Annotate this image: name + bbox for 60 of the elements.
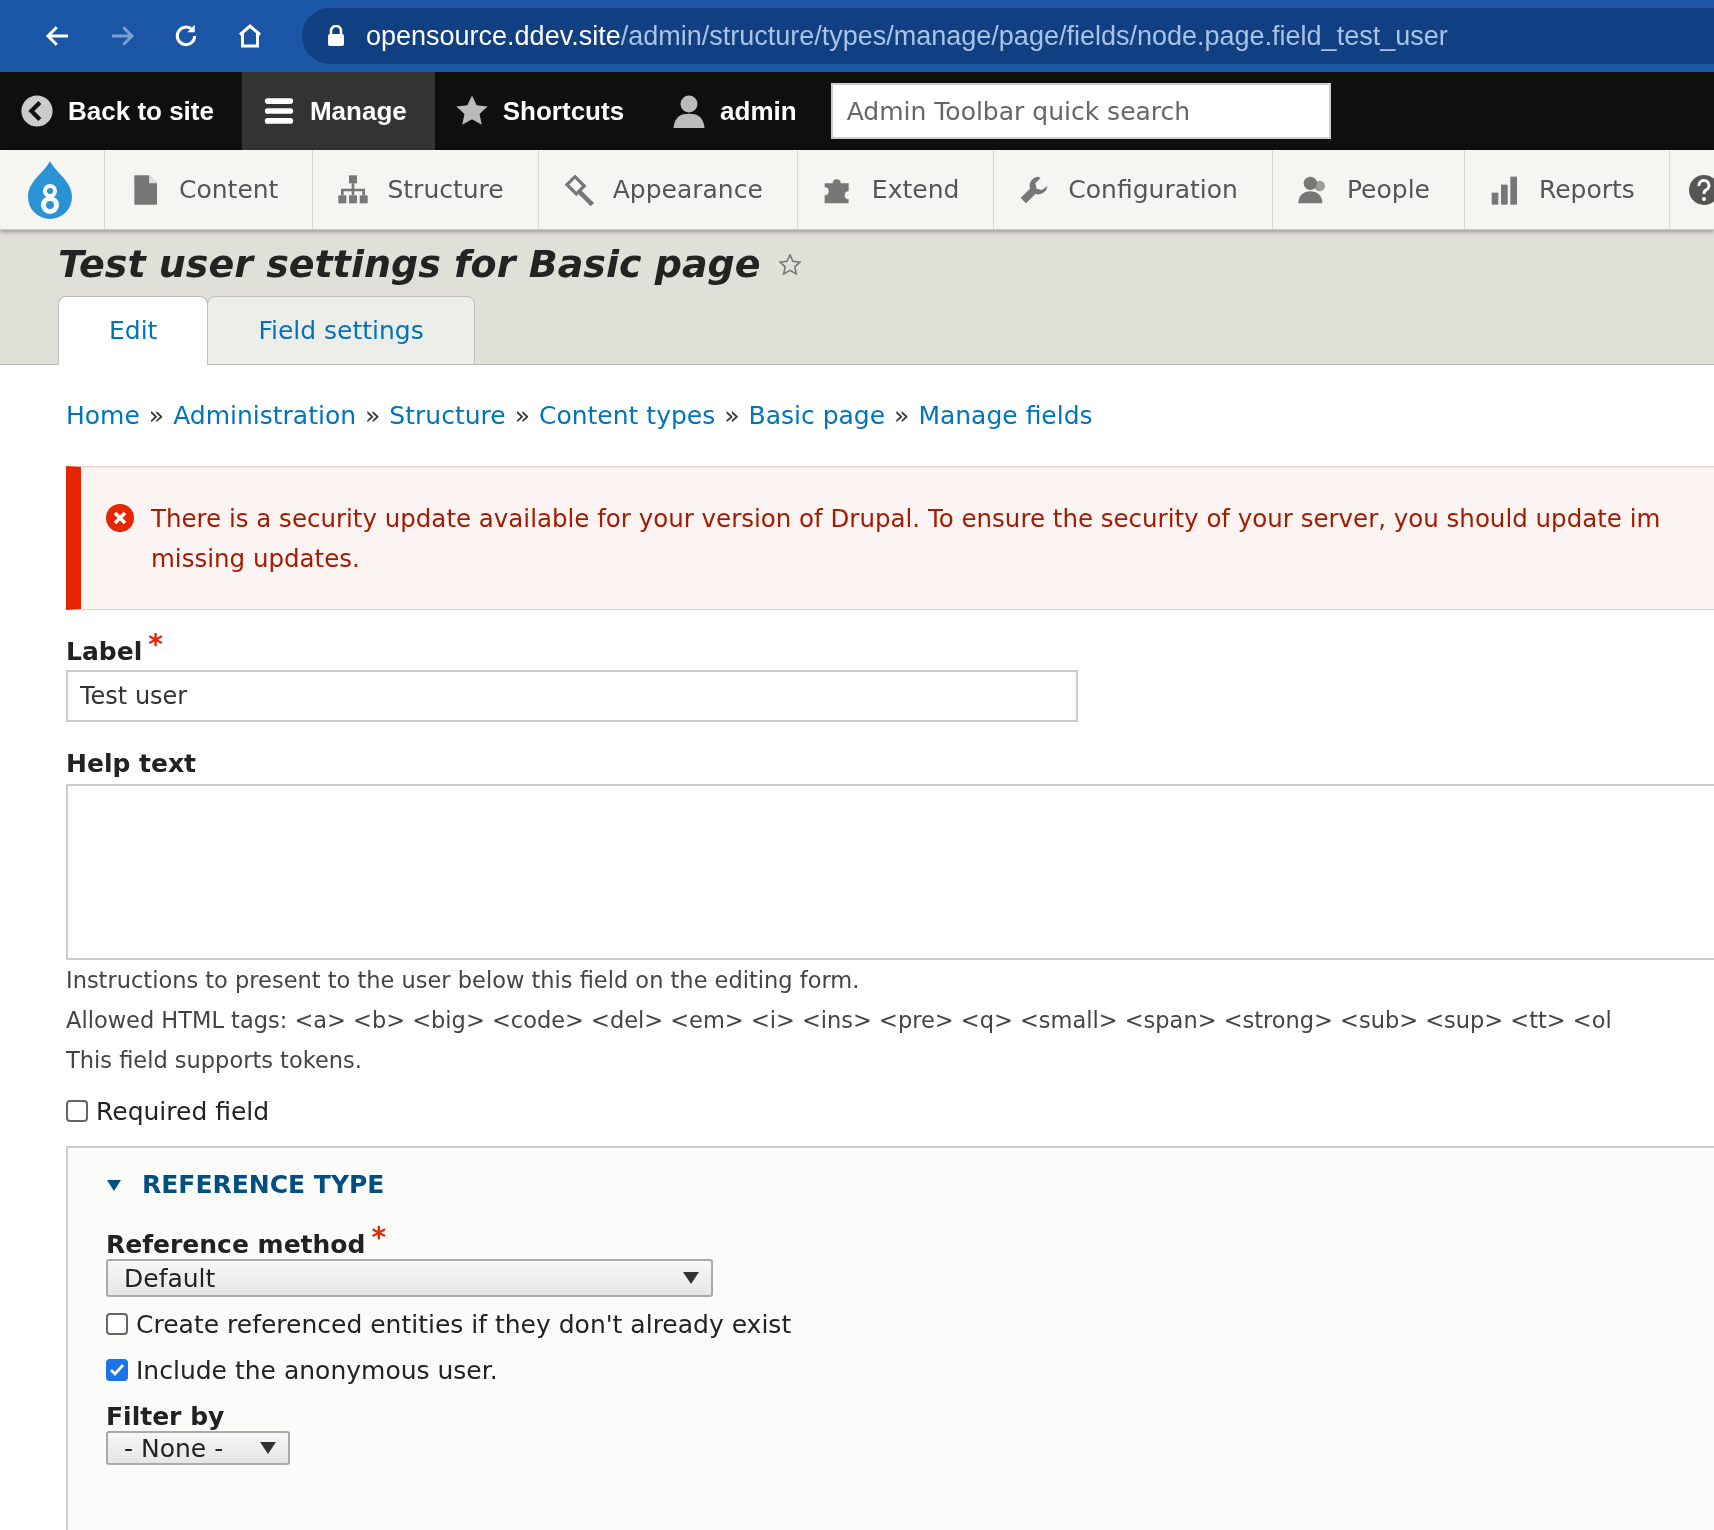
required-asterisk: * xyxy=(371,1221,387,1254)
menu-item[interactable]: People xyxy=(1272,150,1465,229)
required-asterisk: * xyxy=(148,628,163,661)
breadcrumb-link[interactable]: Content types xyxy=(538,401,716,430)
menu-item[interactable]: Configuration xyxy=(994,150,1273,229)
breadcrumb-separator: » xyxy=(365,401,381,430)
menu-item[interactable]: Extend xyxy=(797,150,995,229)
address-bar[interactable]: opensource.ddev.site/admin/structure/types/manage/page/fields/node.page.field_test_user xyxy=(302,8,1714,64)
field-label: Label xyxy=(66,637,143,666)
toolbar-tab[interactable]: Shortcuts xyxy=(434,72,653,150)
tab[interactable]: Edit xyxy=(58,296,209,365)
description-text: Instructions to present to the user below this field on the editing form. xyxy=(66,966,861,995)
caret-down-icon xyxy=(260,1442,276,1454)
breadcrumb-separator: » xyxy=(894,401,910,430)
breadcrumb-link[interactable]: Basic page xyxy=(748,401,886,430)
checkbox-label: Create referenced entities if they don't already exist xyxy=(136,1309,792,1339)
toolbar-tab[interactable]: admin xyxy=(652,72,825,150)
menu-item[interactable]: Structure xyxy=(313,150,539,229)
circle-chevron-icon xyxy=(20,94,54,128)
help-icon[interactable] xyxy=(1687,173,1714,206)
page-title: Test user settings for Basic page xyxy=(58,242,761,286)
search-field[interactable]: Admin Toolbar quick search xyxy=(830,83,1331,139)
url-text: opensource.ddev.site/admin/structure/types/manage/page/fields/node.page.field_test_user xyxy=(366,20,1448,52)
checkbox[interactable] xyxy=(66,1100,88,1122)
lock-icon xyxy=(326,25,346,47)
breadcrumb-link[interactable]: Home xyxy=(66,401,140,430)
sitemap-icon xyxy=(337,173,370,206)
menu-item[interactable]: Content xyxy=(105,150,314,229)
fieldset-toggle[interactable]: REFERENCE TYPE xyxy=(106,1170,1714,1199)
toolbar-tab[interactable]: Back to site xyxy=(0,72,242,150)
caret-down-icon xyxy=(683,1272,699,1284)
breadcrumb-separator: » xyxy=(514,401,530,430)
breadcrumb-link[interactable]: Administration xyxy=(173,401,357,430)
checkbox[interactable] xyxy=(106,1313,128,1335)
breadcrumb-separator: » xyxy=(148,401,165,430)
description-text: This field supports tokens. xyxy=(66,1046,363,1075)
select-dropdown[interactable]: Default xyxy=(106,1259,713,1297)
error-x-icon xyxy=(105,503,135,533)
star-icon xyxy=(454,94,489,128)
person-icon xyxy=(672,94,707,128)
star-outline-icon xyxy=(778,253,801,275)
description-text: Allowed HTML tags: <a> <b> <big> <code> <del> <em> <i> <ins> <pre> <q> <small> <span> <strong> <sub> <sup> <tt> <ol xyxy=(66,1006,1613,1035)
toolbar-tab[interactable]: Manage xyxy=(241,72,435,150)
menu-item[interactable]: Appearance xyxy=(538,150,798,229)
checkbox-label: Include the anonymous user. xyxy=(136,1355,498,1385)
field-label: Reference method xyxy=(106,1230,366,1259)
checkbox[interactable] xyxy=(106,1359,128,1381)
select-dropdown[interactable]: - None - xyxy=(106,1431,290,1465)
breadcrumb-link[interactable]: Structure xyxy=(389,401,506,430)
message-text: There is a security update available for your version of Drupal. To ensure the security of your server, you should update im xyxy=(151,503,1661,535)
breadcrumb-separator: » xyxy=(724,401,740,430)
message-text: missing updates. xyxy=(151,543,361,575)
checkbox-label: Required field xyxy=(96,1096,270,1126)
text-input[interactable]: Test user xyxy=(66,670,1078,722)
paint-brush-icon xyxy=(562,173,595,206)
tab[interactable]: Field settings xyxy=(207,296,475,365)
field-label: Help text xyxy=(66,749,197,778)
menu-item[interactable]: Reports xyxy=(1464,150,1670,229)
field-label: Filter by xyxy=(106,1402,225,1431)
breadcrumb-link[interactable]: Manage fields xyxy=(918,401,1093,430)
